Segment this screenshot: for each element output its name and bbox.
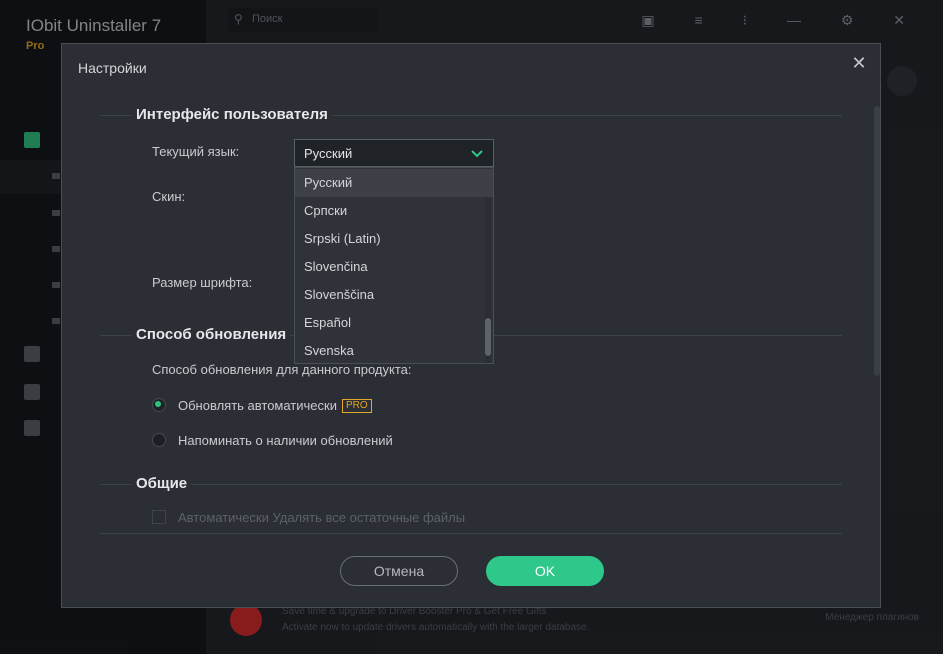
auto-delete-label[interactable]: Автоматически Удалять все остаточные фай… bbox=[178, 510, 465, 525]
update-description: Способ обновления для данного продукта: bbox=[152, 362, 412, 377]
ok-button[interactable]: OK bbox=[486, 556, 604, 586]
language-option[interactable]: Русский bbox=[295, 169, 493, 197]
skin-label: Скин: bbox=[152, 189, 186, 204]
dialog-scrollbar[interactable] bbox=[874, 106, 880, 376]
chevron-down-icon bbox=[471, 150, 483, 158]
language-option[interactable]: Español bbox=[295, 309, 485, 337]
language-select-value: Русский bbox=[304, 146, 353, 161]
dropdown-scrollbar-thumb[interactable] bbox=[485, 318, 491, 356]
language-option[interactable]: Српски bbox=[295, 197, 485, 225]
cancel-button[interactable]: Отмена bbox=[340, 556, 458, 586]
radio-notify-update-label[interactable]: Напоминать о наличии обновлений bbox=[178, 433, 393, 448]
radio-auto-update[interactable] bbox=[152, 398, 166, 412]
language-option[interactable]: Svenska bbox=[295, 337, 485, 363]
section-title-general: Общие bbox=[132, 475, 192, 492]
language-option[interactable]: Slovenčina bbox=[295, 253, 485, 281]
language-option[interactable]: Srpski (Latin) bbox=[295, 225, 485, 253]
section-title-update: Способ обновления bbox=[132, 326, 291, 343]
radio-notify-update[interactable] bbox=[152, 433, 166, 447]
language-dropdown: Русский Српски Srpski (Latin) Slovenčina… bbox=[294, 167, 494, 364]
dialog-title: Настройки bbox=[78, 60, 147, 76]
section-divider bbox=[100, 484, 842, 485]
close-icon[interactable]: ✕ bbox=[848, 52, 870, 74]
auto-delete-checkbox[interactable] bbox=[152, 510, 166, 524]
language-option[interactable]: Slovenščina bbox=[295, 281, 485, 309]
font-size-label: Размер шрифта: bbox=[152, 275, 253, 290]
section-title-interface: Интерфейс пользователя bbox=[132, 106, 332, 123]
pro-badge: PRO bbox=[342, 399, 372, 413]
radio-auto-update-label[interactable]: Обновлять автоматически bbox=[178, 398, 337, 413]
footer-divider bbox=[100, 533, 842, 534]
language-select[interactable]: Русский bbox=[294, 139, 494, 167]
language-label: Текущий язык: bbox=[152, 144, 240, 159]
settings-dialog: Настройки ✕ Интерфейс пользователя Текущ… bbox=[61, 43, 881, 608]
